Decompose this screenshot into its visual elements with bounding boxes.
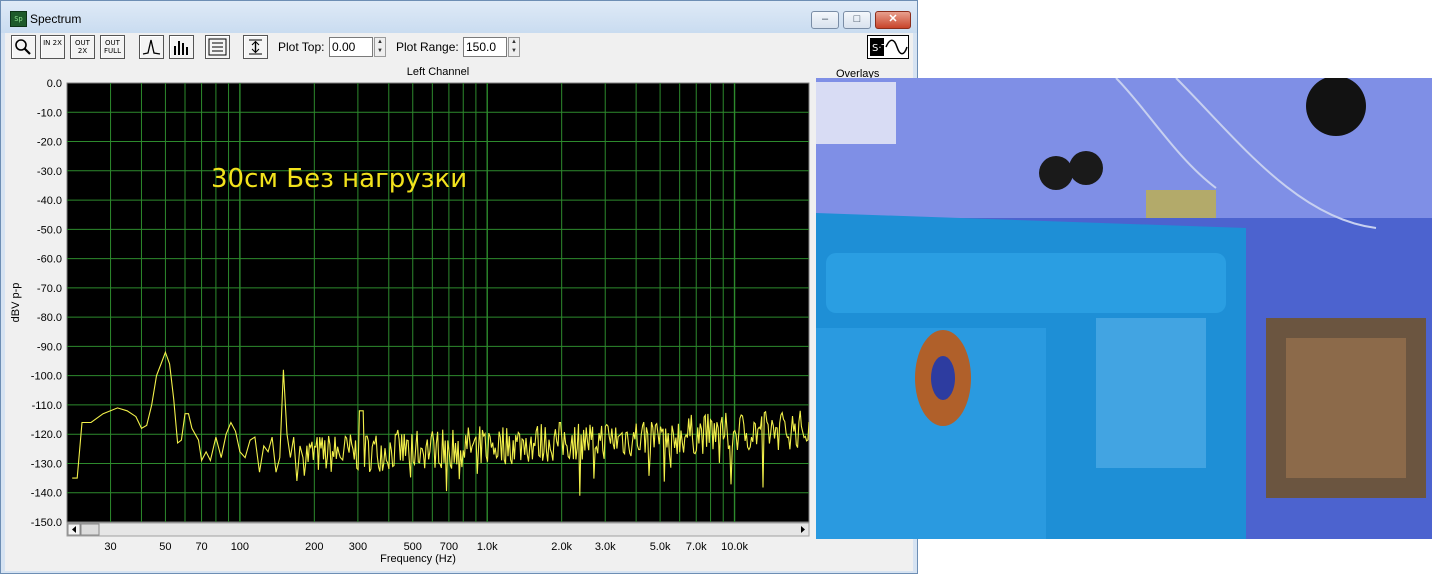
app-icon: Sp bbox=[10, 11, 27, 27]
close-button[interactable]: ✕ bbox=[875, 11, 911, 29]
workbench-photo-drawing bbox=[816, 78, 1432, 539]
y-tick-label: 0.0 bbox=[47, 78, 62, 90]
x-tick-label: 2.0k bbox=[551, 541, 572, 553]
x-tick-label: 3.0k bbox=[595, 541, 616, 553]
line-spectrum-icon bbox=[142, 39, 161, 55]
x-tick-label: 50 bbox=[159, 541, 171, 553]
spectrum-chart[interactable]: Left Channel 0.0 -10.0 -20.0 -30.0 -40.0 -50.0… bbox=[5, 63, 913, 571]
maximize-button[interactable]: □ bbox=[843, 11, 871, 29]
x-tick-label: 7.0k bbox=[686, 541, 707, 553]
workbench-photo bbox=[816, 78, 1432, 539]
x-axis-label: Frequency (Hz) bbox=[380, 553, 456, 565]
toolbar: IN 2X OUT 2X OUT FULL Plot Top: 0.00 ▲ ▼… bbox=[5, 33, 913, 63]
y-tick-label: -100.0 bbox=[31, 371, 62, 383]
chart-annotation: 30см Без нагрузки bbox=[211, 164, 467, 194]
x-tick-label: 200 bbox=[305, 541, 323, 553]
x-tick-label: 70 bbox=[195, 541, 207, 553]
x-tick-label: 700 bbox=[440, 541, 458, 553]
chart-title: Left Channel bbox=[407, 66, 469, 78]
zoom-out-2x-button[interactable]: OUT 2X bbox=[70, 35, 95, 59]
y-tick-label: -150.0 bbox=[31, 517, 62, 529]
minimize-button[interactable]: – bbox=[811, 11, 839, 29]
y-tick-label: -30.0 bbox=[37, 166, 62, 178]
window-title: Spectrum bbox=[30, 12, 82, 26]
plot-range-input[interactable]: 150.0 bbox=[463, 37, 507, 57]
y-tick-label: -40.0 bbox=[37, 195, 62, 207]
x-tick-label: 1.0k bbox=[477, 541, 498, 553]
x-tick-label: 30 bbox=[104, 541, 116, 553]
y-tick-label: -90.0 bbox=[37, 341, 62, 353]
y-tick-label: -20.0 bbox=[37, 137, 62, 149]
zoom-button[interactable] bbox=[11, 35, 36, 59]
plot-top-input[interactable]: 0.00 bbox=[329, 37, 373, 57]
horizontal-scrollbar[interactable] bbox=[66, 522, 810, 537]
y-tick-label: -140.0 bbox=[31, 488, 62, 500]
settings-icon bbox=[208, 38, 227, 56]
signal-generator-button[interactable]: S·T bbox=[867, 35, 909, 59]
zoom-out-full-button[interactable]: OUT FULL bbox=[100, 35, 125, 59]
x-tick-label: 10.0k bbox=[721, 541, 748, 553]
zoom-in-2x-button[interactable]: IN 2X bbox=[40, 35, 65, 59]
plot-area: Left Channel 0.0 -10.0 -20.0 -30.0 -40.0 -50.0… bbox=[5, 63, 913, 571]
line-mode-button[interactable] bbox=[139, 35, 164, 59]
magnifier-icon bbox=[15, 39, 31, 55]
plot-range-spinner[interactable]: ▲ ▼ bbox=[508, 37, 520, 57]
x-tick-label: 100 bbox=[231, 541, 249, 553]
plot-range-label: Plot Range: bbox=[396, 40, 459, 54]
y-tick-label: -50.0 bbox=[37, 224, 62, 236]
spectrum-window: Sp Spectrum – □ ✕ IN 2X OUT 2X OUT FULL bbox=[0, 0, 918, 574]
x-tick-label: 5.0k bbox=[650, 541, 671, 553]
x-tick-label: 500 bbox=[404, 541, 422, 553]
x-tick-label: 300 bbox=[349, 541, 367, 553]
y-tick-label: -120.0 bbox=[31, 429, 62, 441]
y-tick-label: -70.0 bbox=[37, 283, 62, 295]
y-tick-label: -60.0 bbox=[37, 254, 62, 266]
y-tick-label: -80.0 bbox=[37, 312, 62, 324]
y-axis-label: dBV p-p bbox=[10, 283, 22, 323]
plot-top-label: Plot Top: bbox=[278, 40, 325, 54]
plot-top-spinner[interactable]: ▲ ▼ bbox=[374, 37, 386, 57]
vertical-scale-button[interactable] bbox=[243, 35, 268, 59]
y-tick-label: -130.0 bbox=[31, 458, 62, 470]
bar-mode-button[interactable] bbox=[169, 35, 194, 59]
svg-text:S·T: S·T bbox=[872, 43, 889, 54]
bar-spectrum-icon bbox=[174, 41, 188, 55]
y-tick-label: -10.0 bbox=[37, 107, 62, 119]
title-bar[interactable]: Sp Spectrum – □ ✕ bbox=[1, 1, 917, 33]
y-tick-label: -110.0 bbox=[32, 400, 62, 412]
settings-button[interactable] bbox=[205, 35, 230, 59]
scroll-thumb[interactable] bbox=[80, 523, 100, 536]
signal-generator-icon: S·T bbox=[870, 38, 908, 56]
vertical-scale-icon bbox=[249, 39, 262, 55]
